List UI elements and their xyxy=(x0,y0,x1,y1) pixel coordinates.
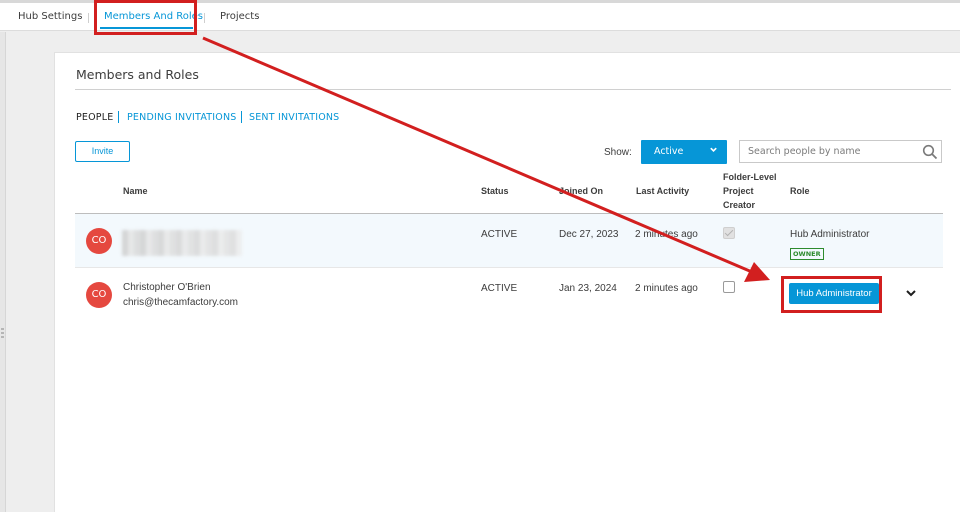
last-activity-cell: 2 minutes ago xyxy=(635,229,698,240)
show-label: Show: xyxy=(604,147,632,158)
tab-hub-settings[interactable]: Hub Settings xyxy=(18,3,82,31)
column-header-folder-level-project-creator[interactable]: Folder-Level Project Creator xyxy=(723,170,777,212)
search-input[interactable] xyxy=(740,141,918,162)
left-rail xyxy=(0,32,6,512)
status-cell: ACTIVE xyxy=(481,283,518,294)
resize-handle[interactable] xyxy=(1,328,4,340)
status-filter-select[interactable]: Active xyxy=(641,140,727,164)
invite-button[interactable]: Invite xyxy=(75,141,130,162)
status-filter-value: Active xyxy=(654,146,684,157)
subtab-people[interactable]: PEOPLE xyxy=(76,112,113,123)
subtab-separator xyxy=(118,111,119,123)
header-line: Project xyxy=(723,186,754,196)
member-email: chris@thecamfactory.com xyxy=(123,297,238,308)
avatar: CO xyxy=(86,228,112,254)
column-header-status[interactable]: Status xyxy=(481,184,509,198)
divider xyxy=(75,89,951,90)
column-header-joined-on[interactable]: Joined On xyxy=(559,184,603,198)
chevron-down-icon xyxy=(709,140,718,164)
redacted-name xyxy=(122,230,242,256)
joined-on-cell: Jan 23, 2024 xyxy=(559,283,617,294)
member-name: Christopher O'Brien xyxy=(123,282,211,293)
role-cell: Hub Administrator xyxy=(790,229,870,240)
column-header-name[interactable]: Name xyxy=(123,184,148,198)
annotation-highlight-role xyxy=(781,276,882,313)
annotation-highlight-tab xyxy=(94,0,197,35)
tab-projects[interactable]: Projects xyxy=(220,3,259,31)
last-activity-cell: 2 minutes ago xyxy=(635,283,698,294)
search-box xyxy=(739,140,942,163)
subtab-separator xyxy=(241,111,242,123)
folder-creator-checkbox xyxy=(723,227,735,239)
tab-separator xyxy=(204,13,205,23)
tab-separator xyxy=(88,13,89,23)
column-header-last-activity[interactable]: Last Activity xyxy=(636,184,689,198)
status-cell: ACTIVE xyxy=(481,229,518,240)
search-icon[interactable] xyxy=(922,144,938,160)
header-line: Creator xyxy=(723,200,756,210)
folder-creator-checkbox[interactable] xyxy=(723,281,735,293)
chevron-down-icon[interactable] xyxy=(905,283,917,297)
page-title: Members and Roles xyxy=(76,67,199,82)
owner-badge: OWNER xyxy=(790,248,824,260)
column-header-role[interactable]: Role xyxy=(790,184,810,198)
header-line: Folder-Level xyxy=(723,172,777,182)
subtab-sent-invitations[interactable]: SENT INVITATIONS xyxy=(249,112,339,123)
subtab-pending-invitations[interactable]: PENDING INVITATIONS xyxy=(127,112,237,123)
avatar: CO xyxy=(86,282,112,308)
joined-on-cell: Dec 27, 2023 xyxy=(559,229,619,240)
table-row[interactable]: CO ACTIVE Dec 27, 2023 2 minutes ago Hub… xyxy=(75,214,943,268)
